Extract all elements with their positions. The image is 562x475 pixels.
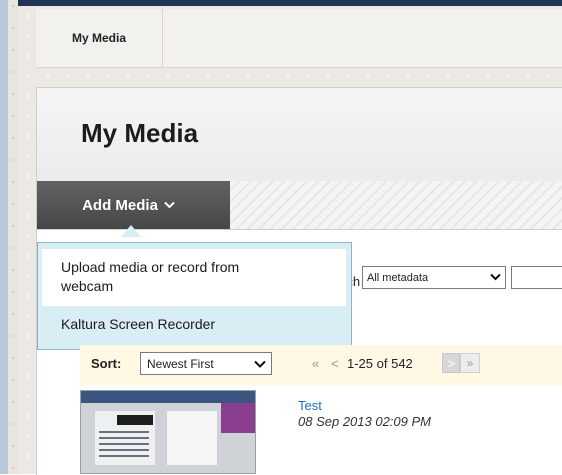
media-date: 08 Sep 2013 02:09 PM bbox=[298, 414, 431, 429]
thumb-doc bbox=[167, 411, 217, 465]
menu-item-kaltura-screen-recorder[interactable]: Kaltura Screen Recorder bbox=[42, 312, 346, 342]
first-page-icon[interactable]: « bbox=[312, 356, 319, 371]
thumb-block bbox=[117, 415, 153, 425]
breadcrumb-item-my-media[interactable]: My Media bbox=[36, 9, 163, 67]
sort-selected: Newest First bbox=[147, 356, 214, 371]
page-title: My Media bbox=[81, 118, 199, 148]
thumb-line bbox=[99, 443, 149, 445]
sort-label: Sort: bbox=[91, 356, 122, 371]
thumb-line bbox=[99, 455, 149, 457]
menu-item-upload-media[interactable]: Upload media or record from webcam bbox=[42, 249, 346, 306]
select-arrow-icon bbox=[249, 357, 271, 371]
thumb-titlebar bbox=[81, 391, 255, 403]
menu-item-upload-line1: Upload media or record from bbox=[61, 259, 240, 275]
breadcrumb: My Media bbox=[36, 9, 562, 68]
search-field-selected: All metadata bbox=[367, 271, 429, 284]
search-input[interactable] bbox=[511, 266, 562, 289]
last-page-button[interactable]: » bbox=[460, 353, 480, 373]
thumb-line bbox=[99, 431, 149, 433]
thumb-line bbox=[99, 449, 149, 451]
left-edge-strip bbox=[0, 0, 8, 474]
pagination-range: 1-25 of 542 bbox=[347, 356, 413, 371]
chevron-down-icon bbox=[164, 200, 175, 212]
thumb-line bbox=[99, 437, 149, 439]
add-media-label: Add Media bbox=[82, 196, 158, 214]
search-field-select[interactable]: All metadata bbox=[362, 266, 506, 289]
media-thumbnail[interactable] bbox=[80, 390, 256, 474]
media-title-link[interactable]: Test bbox=[298, 398, 322, 413]
menu-item-upload-line2: webcam bbox=[61, 278, 114, 294]
left-edge-texture bbox=[8, 0, 18, 474]
sort-select[interactable]: Newest First bbox=[140, 352, 272, 375]
select-arrow-icon bbox=[485, 272, 505, 284]
next-page-button[interactable]: > bbox=[442, 353, 460, 373]
dropdown-pointer bbox=[121, 225, 141, 237]
thumb-panel bbox=[221, 403, 255, 433]
prev-page-icon[interactable]: < bbox=[331, 356, 339, 371]
add-media-button[interactable]: Add Media bbox=[37, 181, 230, 229]
